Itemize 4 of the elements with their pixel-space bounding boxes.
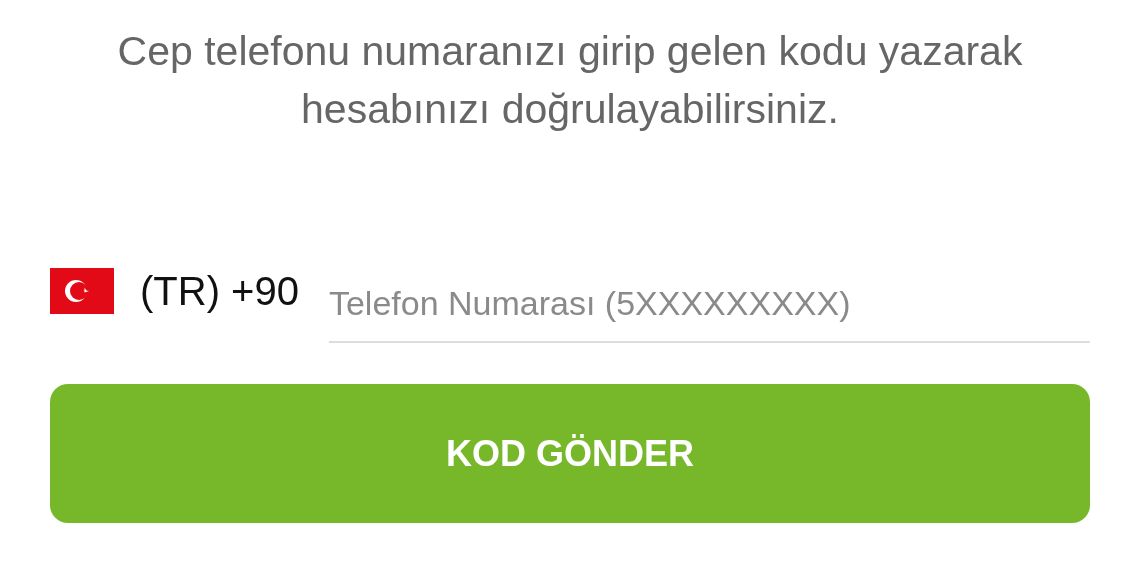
flag-icon [50,268,114,314]
country-code[interactable]: (TR) +90 [140,268,299,314]
instruction-text: Cep telefonu numaranızı girip gelen kodu yazarak hesabınızı doğrulayabilirsiniz. [116,27,1024,134]
phone-input-field[interactable]: Telefon Numarası (5XXXXXXXXX) [328,269,1090,343]
